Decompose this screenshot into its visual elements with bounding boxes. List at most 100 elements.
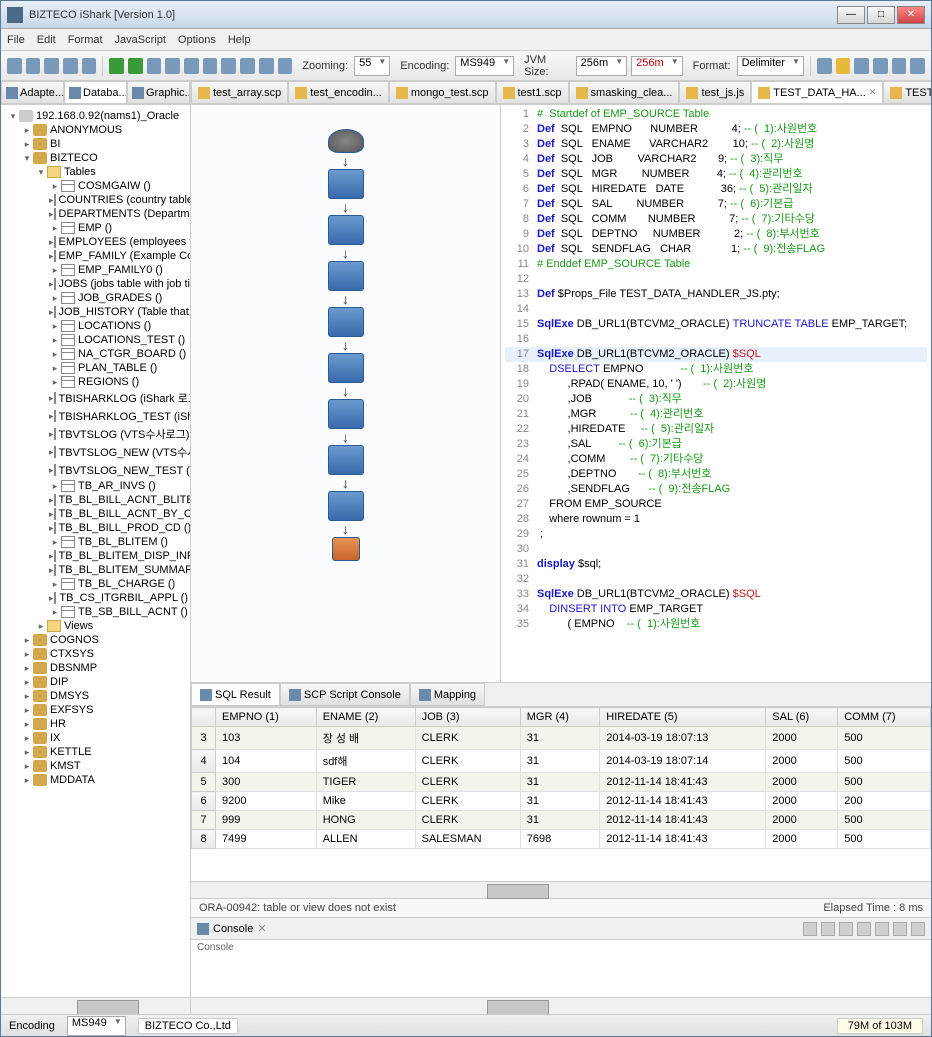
- console-tool2-icon[interactable]: [821, 922, 835, 936]
- save-icon[interactable]: [44, 58, 59, 74]
- col-header[interactable]: COMM (7): [838, 708, 931, 727]
- code-line[interactable]: 25 ,DEPTNO -- ( 8):부서번호: [505, 467, 927, 482]
- code-line[interactable]: 15SqlExe DB_URL1(BTCVM2_ORACLE) TRUNCATE…: [505, 317, 927, 332]
- editor-tab[interactable]: test_array.scp: [191, 81, 288, 104]
- code-line[interactable]: 16: [505, 332, 927, 347]
- tool5-icon[interactable]: [240, 58, 255, 74]
- tree-table[interactable]: ▸COUNTRIES (country table. Co: [3, 193, 188, 207]
- table-row[interactable]: 69200MikeCLERK312012-11-14 18:41:4320002…: [192, 792, 931, 811]
- t12-icon[interactable]: [892, 58, 907, 74]
- jvm-select1[interactable]: 256m: [576, 56, 628, 76]
- code-line[interactable]: 31display $sql;: [505, 557, 927, 572]
- tree-schema[interactable]: ▸HR: [3, 717, 188, 731]
- print-icon[interactable]: [82, 58, 97, 74]
- editor-tab[interactable]: test_js.js: [679, 81, 751, 104]
- tab-mapping[interactable]: Mapping: [410, 683, 485, 706]
- tree-schema[interactable]: ▸DMSYS: [3, 689, 188, 703]
- tool1-icon[interactable]: [165, 58, 180, 74]
- editor-tab[interactable]: test_encodin...: [288, 81, 389, 104]
- console-tool4-icon[interactable]: [857, 922, 871, 936]
- close-button[interactable]: ✕: [897, 6, 925, 24]
- tree-connection[interactable]: ▾192.168.0.92(nams1)_Oracle: [3, 109, 188, 123]
- code-line[interactable]: 19 ,RPAD( ENAME, 10, ' ') -- ( 2):사원명: [505, 377, 927, 392]
- tool6-icon[interactable]: [259, 58, 274, 74]
- zoom-select[interactable]: 55: [354, 56, 390, 76]
- flow-node[interactable]: [328, 445, 364, 475]
- sidebar-hscroll[interactable]: [1, 997, 190, 1014]
- console-close[interactable]: ✕: [257, 922, 266, 935]
- flow-node[interactable]: [328, 215, 364, 245]
- code-line[interactable]: 20 ,JOB -- ( 3):직무: [505, 392, 927, 407]
- flow-sql-node[interactable]: [328, 261, 364, 291]
- flow-node[interactable]: [328, 307, 364, 337]
- tree-table[interactable]: ▸TBVTSLOG (VTS수사로그): [3, 425, 188, 443]
- code-line[interactable]: 12: [505, 272, 927, 287]
- code-line[interactable]: 3Def SQL ENAME VARCHAR2 10; -- ( 2):사원명: [505, 137, 927, 152]
- menu-format[interactable]: Format: [68, 34, 103, 46]
- flow-node[interactable]: [328, 491, 364, 521]
- col-header[interactable]: MGR (4): [520, 708, 600, 727]
- code-line[interactable]: 34 DINSERT INTO EMP_TARGET: [505, 602, 927, 617]
- table-row[interactable]: 4104sdf해CLERK312014-03-19 18:07:14200050…: [192, 750, 931, 773]
- t11-icon[interactable]: [873, 58, 888, 74]
- tab-sql-result[interactable]: SQL Result: [191, 683, 280, 706]
- flow-sql-node[interactable]: [328, 169, 364, 199]
- tree-table[interactable]: ▸DEPARTMENTS (Departments: [3, 207, 188, 221]
- t8-icon[interactable]: [817, 58, 832, 74]
- tree-table[interactable]: ▸NA_CTGR_BOARD (): [3, 347, 188, 361]
- console-max-icon[interactable]: [911, 922, 925, 936]
- editor-tab[interactable]: test1.scp: [496, 81, 569, 104]
- col-header[interactable]: HIREDATE (5): [600, 708, 766, 727]
- menu-options[interactable]: Options: [178, 34, 216, 46]
- side-tab-graphic[interactable]: Graphic...: [127, 81, 190, 104]
- tree-table[interactable]: ▸REGIONS (): [3, 375, 188, 389]
- code-line[interactable]: 22 ,HIREDATE -- ( 5):관리일자: [505, 422, 927, 437]
- status-memory[interactable]: 79M of 103M: [837, 1018, 923, 1034]
- tree-table[interactable]: ▸JOB_HISTORY (Table that store: [3, 305, 188, 319]
- tree-schema[interactable]: ▸ANONYMOUS: [3, 123, 188, 137]
- tab-scp-console[interactable]: SCP Script Console: [280, 683, 410, 706]
- jvm-select2[interactable]: 256m: [631, 56, 683, 76]
- menu-help[interactable]: Help: [228, 34, 251, 46]
- stop-icon[interactable]: [147, 58, 162, 74]
- code-line[interactable]: 30: [505, 542, 927, 557]
- result-grid[interactable]: EMPNO (1)ENAME (2)JOB (3)MGR (4)HIREDATE…: [191, 707, 931, 881]
- code-line[interactable]: 35 ( EMPNO -- ( 1):사원번호: [505, 617, 927, 632]
- side-tab-database[interactable]: Databa...: [64, 81, 127, 104]
- code-line[interactable]: 11# Enddef EMP_SOURCE Table: [505, 257, 927, 272]
- col-header[interactable]: EMPNO (1): [216, 708, 317, 727]
- minimize-button[interactable]: —: [837, 6, 865, 24]
- run-icon[interactable]: [109, 58, 124, 74]
- table-row[interactable]: 87499ALLENSALESMAN76982012-11-14 18:41:4…: [192, 830, 931, 849]
- code-line[interactable]: 7Def SQL SAL NUMBER 7; -- ( 6):기본급: [505, 197, 927, 212]
- editor-tab[interactable]: smasking_clea...: [569, 81, 680, 104]
- tool4-icon[interactable]: [221, 58, 236, 74]
- code-line[interactable]: 10Def SQL SENDFLAG CHAR 1; -- ( 9):전송FLA…: [505, 242, 927, 257]
- tool7-icon[interactable]: [278, 58, 293, 74]
- tree-schema[interactable]: ▸MDDATA: [3, 773, 188, 787]
- tool2-icon[interactable]: [184, 58, 199, 74]
- tree-schema-open[interactable]: ▾BIZTECO: [3, 151, 188, 165]
- code-line[interactable]: 23 ,SAL -- ( 6):기본급: [505, 437, 927, 452]
- code-line[interactable]: 2Def SQL EMPNO NUMBER 4; -- ( 1):사원번호: [505, 122, 927, 137]
- tree-table[interactable]: ▸EMP_FAMILY (Example Comm: [3, 249, 188, 263]
- tree-table[interactable]: ▸TB_BL_BILL_PROD_CD (): [3, 521, 188, 535]
- tree-table[interactable]: ▸COSMGAIW (): [3, 179, 188, 193]
- console-tool5-icon[interactable]: [875, 922, 889, 936]
- code-line[interactable]: 13Def $Props_File TEST_DATA_HANDLER_JS.p…: [505, 287, 927, 302]
- titlebar[interactable]: BIZTECO iShark [Version 1.0] — □ ✕: [1, 1, 931, 29]
- tree-schema[interactable]: ▸BI: [3, 137, 188, 151]
- open-icon[interactable]: [26, 58, 41, 74]
- content-hscroll[interactable]: [191, 997, 931, 1014]
- tree-schema[interactable]: ▸COGNOS: [3, 633, 188, 647]
- code-line[interactable]: 21 ,MGR -- ( 4):관리번호: [505, 407, 927, 422]
- table-row[interactable]: 3103장 성 배CLERK312014-03-19 18:07:1320005…: [192, 727, 931, 750]
- tree-table[interactable]: ▸LOCATIONS (): [3, 319, 188, 333]
- tree-table[interactable]: ▸JOB_GRADES (): [3, 291, 188, 305]
- tree-table[interactable]: ▸TBISHARKLOG (iShark 로그): [3, 389, 188, 407]
- tree-table[interactable]: ▸TBVTSLOG_NEW_TEST (VTS수: [3, 461, 188, 479]
- t10-icon[interactable]: [854, 58, 869, 74]
- code-line[interactable]: 27 FROM EMP_SOURCE: [505, 497, 927, 512]
- tree-table[interactable]: ▸TB_BL_BLITEM_SUMMARY (): [3, 563, 188, 577]
- code-line[interactable]: 5Def SQL MGR NUMBER 4; -- ( 4):관리번호: [505, 167, 927, 182]
